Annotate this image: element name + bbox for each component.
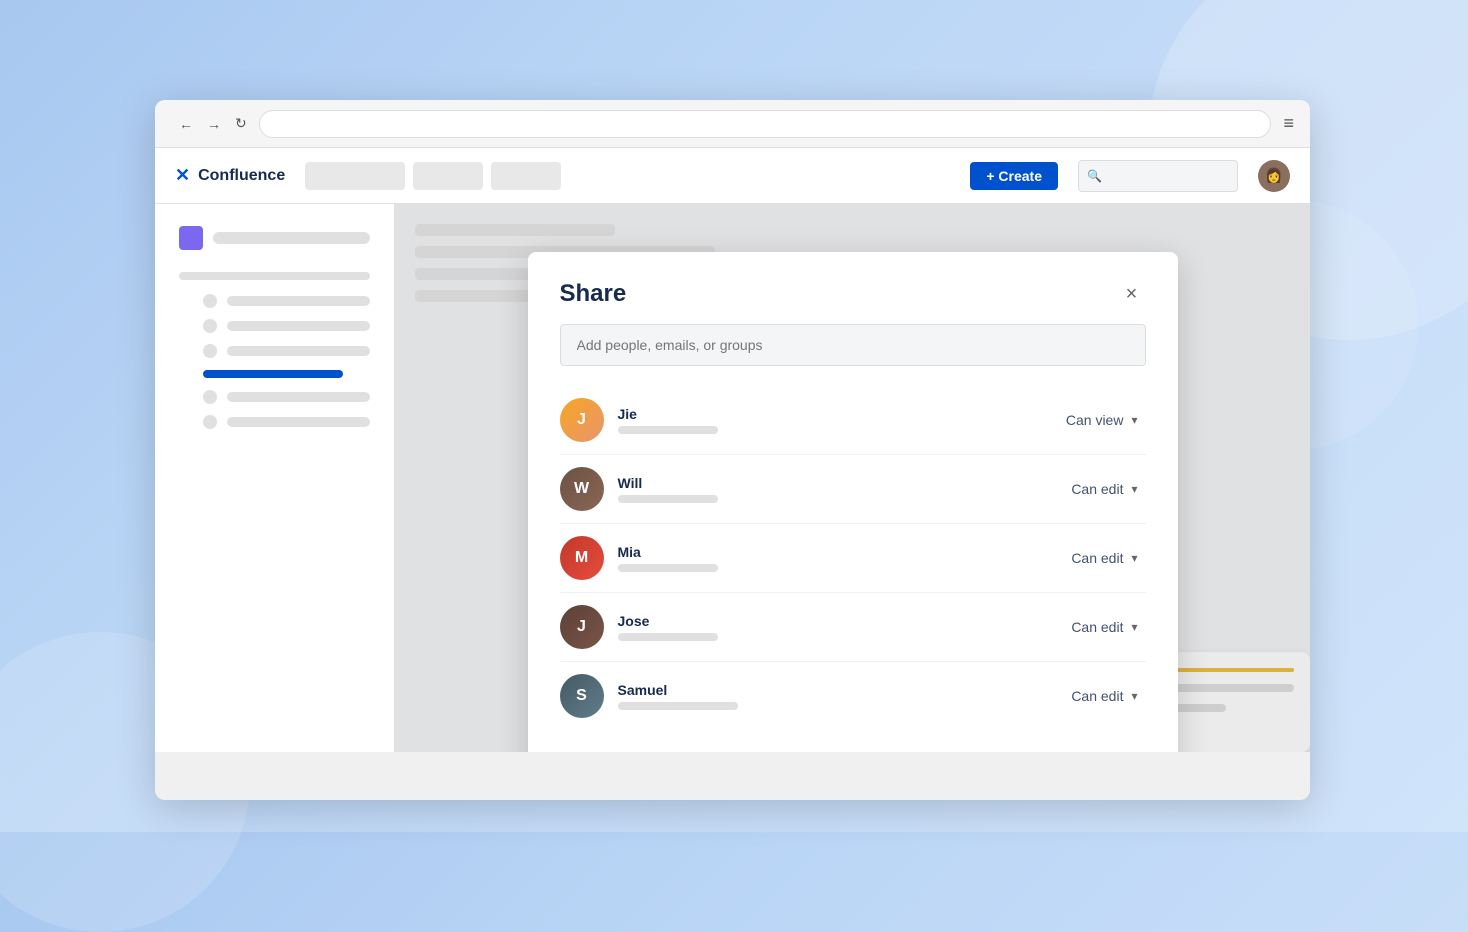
user-email-samuel [618, 702, 738, 710]
user-name-will: Will [618, 475, 1032, 491]
sidebar-scroll-1 [179, 272, 370, 280]
nav-pill-1[interactable] [305, 162, 405, 190]
close-button[interactable]: × [1118, 280, 1146, 308]
nav-pill-3[interactable] [491, 162, 561, 190]
sidebar-main-label [213, 232, 370, 244]
avatar-samuel: S [560, 674, 604, 718]
avatar-jose: J [560, 605, 604, 649]
sidebar-sub-label-1 [227, 296, 370, 306]
modal-body: J Jie Can view ▾ [528, 324, 1178, 752]
avatar-will: W [560, 467, 604, 511]
avatar-samuel-letter: S [576, 687, 587, 705]
modal-header: Share × [528, 252, 1178, 324]
user-email-will [618, 495, 718, 503]
confluence-logo-icon: ✕ [175, 165, 190, 186]
sidebar-item-main[interactable] [171, 220, 378, 256]
chevron-down-icon-jose: ▾ [1131, 620, 1137, 634]
sidebar-sub-1[interactable] [171, 290, 378, 312]
user-row-jose: J Jose Can edit ▾ [560, 593, 1146, 662]
app-header: ✕ Confluence + Create 🔍 👩 [155, 148, 1310, 204]
nav-pill-2[interactable] [413, 162, 483, 190]
refresh-button[interactable]: ↻ [235, 115, 247, 132]
browser-toolbar: ← → ↻ ≡ [155, 100, 1310, 148]
avatar-jie-letter: J [577, 411, 586, 429]
avatar-jie: J [560, 398, 604, 442]
search-bar[interactable]: 🔍 [1078, 160, 1238, 192]
user-info-mia: Mia [618, 544, 1032, 572]
sidebar-sub-label-4 [227, 392, 370, 402]
sidebar-sub-label-2 [227, 321, 370, 331]
sidebar-sub-3[interactable] [171, 340, 378, 362]
confluence-logo-text: Confluence [198, 167, 285, 185]
user-email-mia [618, 564, 718, 572]
permission-dropdown-will[interactable]: Can edit ▾ [1046, 475, 1146, 503]
back-button[interactable]: ← [179, 116, 193, 132]
user-row-mia: M Mia Can edit ▾ [560, 524, 1146, 593]
permission-dropdown-jie[interactable]: Can view ▾ [1046, 406, 1146, 434]
add-people-input[interactable] [560, 324, 1146, 366]
avatar-image: 👩 [1265, 167, 1282, 184]
sidebar-sub-5[interactable] [171, 411, 378, 433]
permission-label-samuel: Can edit [1071, 688, 1123, 704]
permission-dropdown-mia[interactable]: Can edit ▾ [1046, 544, 1146, 572]
user-info-jie: Jie [618, 406, 1032, 434]
sidebar-sub-label-3 [227, 346, 370, 356]
avatar-mia-letter: M [575, 549, 588, 567]
permission-label-jie: Can view [1066, 412, 1124, 428]
permission-dropdown-jose[interactable]: Can edit ▾ [1046, 613, 1146, 641]
sidebar-sub-4[interactable] [171, 386, 378, 408]
sidebar-sub-2[interactable] [171, 315, 378, 337]
sidebar-icon [179, 226, 203, 250]
sidebar [155, 204, 395, 752]
chevron-down-icon-mia: ▾ [1131, 551, 1137, 565]
sidebar-sub-dot-5 [203, 415, 217, 429]
app-body: Share × J [155, 204, 1310, 752]
browser-frame: ← → ↻ ≡ ✕ Confluence + Create 🔍 👩 [155, 100, 1310, 800]
avatar-jose-letter: J [577, 618, 586, 636]
sidebar-active-bar [203, 370, 343, 378]
modal-overlay: Share × J [395, 204, 1310, 752]
avatar-will-letter: W [574, 480, 589, 498]
chevron-down-icon-samuel: ▾ [1131, 689, 1137, 703]
sidebar-sub-dot-3 [203, 344, 217, 358]
user-row-jie: J Jie Can view ▾ [560, 386, 1146, 455]
forward-button[interactable]: → [207, 116, 221, 132]
permission-label-mia: Can edit [1071, 550, 1123, 566]
address-bar[interactable] [259, 110, 1272, 138]
sidebar-sub-label-5 [227, 417, 370, 427]
modal-title: Share [560, 280, 627, 308]
user-info-jose: Jose [618, 613, 1032, 641]
confluence-logo: ✕ Confluence [175, 165, 285, 186]
user-name-jose: Jose [618, 613, 1032, 629]
user-name-samuel: Samuel [618, 682, 1032, 698]
user-info-samuel: Samuel [618, 682, 1032, 710]
nav-pills [305, 162, 950, 190]
user-email-jose [618, 633, 718, 641]
user-info-will: Will [618, 475, 1032, 503]
browser-menu-icon[interactable]: ≡ [1283, 113, 1294, 134]
permission-dropdown-samuel[interactable]: Can edit ▾ [1046, 682, 1146, 710]
search-icon: 🔍 [1087, 169, 1102, 183]
user-list: J Jie Can view ▾ [560, 386, 1146, 730]
sidebar-sub-dot-2 [203, 319, 217, 333]
browser-navigation: ← → ↻ [179, 115, 247, 132]
sidebar-sub-dot-4 [203, 390, 217, 404]
user-email-jie [618, 426, 718, 434]
sidebar-sub-dot-1 [203, 294, 217, 308]
user-name-jie: Jie [618, 406, 1032, 422]
user-row-samuel: S Samuel Can edit ▾ [560, 662, 1146, 730]
permission-label-jose: Can edit [1071, 619, 1123, 635]
user-name-mia: Mia [618, 544, 1032, 560]
avatar-mia: M [560, 536, 604, 580]
chevron-down-icon-will: ▾ [1131, 482, 1137, 496]
chevron-down-icon-jie: ▾ [1131, 413, 1137, 427]
user-avatar[interactable]: 👩 [1258, 160, 1290, 192]
user-row-will: W Will Can edit ▾ [560, 455, 1146, 524]
main-content: Share × J [395, 204, 1310, 752]
share-modal: Share × J [528, 252, 1178, 752]
create-button[interactable]: + Create [970, 162, 1058, 190]
permission-label-will: Can edit [1071, 481, 1123, 497]
